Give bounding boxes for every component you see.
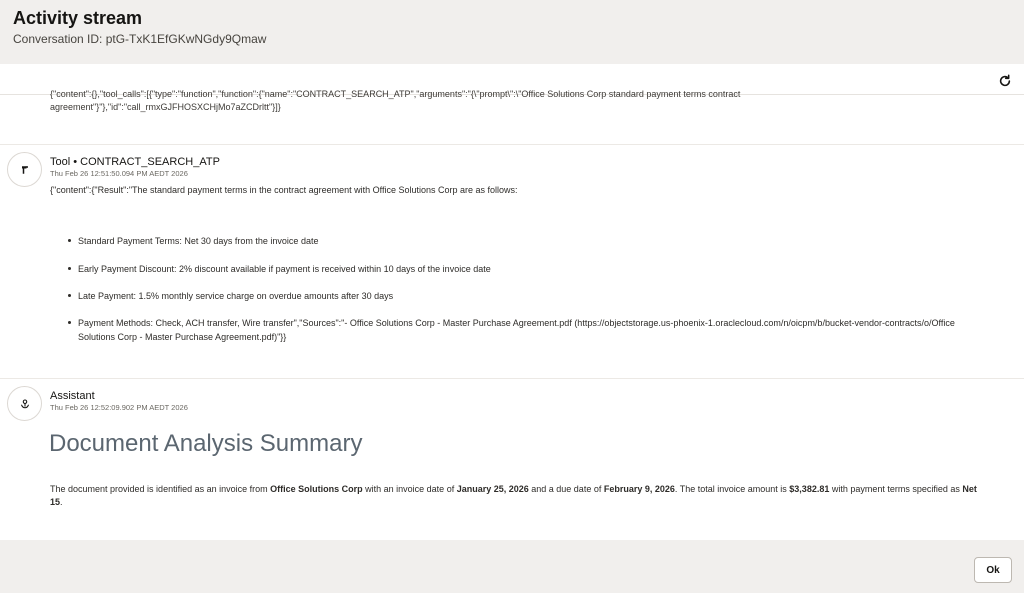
list-item: Payment Methods: Check, ACH transfer, Wi… — [68, 316, 988, 344]
message-divider — [0, 144, 1024, 145]
refresh-icon — [999, 74, 1011, 87]
tool-call-payload: {"content":{},"tool_calls":[{"type":"fun… — [50, 88, 850, 116]
summary-text: . The total invoice amount is — [674, 484, 790, 494]
summary-text: The document provided is identified as a… — [50, 484, 271, 494]
summary-text: with an invoice date of — [362, 484, 457, 494]
activity-stream-panel[interactable]: {"content":{},"tool_calls":[{"type":"fun… — [0, 64, 1024, 540]
assistant-name: Assistant — [50, 390, 95, 402]
due-date: February 9, 2026 — [603, 484, 675, 494]
tool-avatar — [7, 152, 42, 187]
tool-message-header: Tool • CONTRACT_SEARCH_ATP Thu Feb 26 12… — [50, 155, 220, 179]
tool-result-intro: {"content":{"Result":"The standard payme… — [50, 185, 518, 195]
summary-text: and a due date of — [528, 484, 604, 494]
summary-text: with payment terms specified as — [829, 484, 963, 494]
dialog-header: Activity stream Conversation ID: ptG-TxK… — [0, 0, 1024, 64]
tool-name: Tool • CONTRACT_SEARCH_ATP — [50, 156, 220, 168]
assistant-timestamp: Thu Feb 26 12:52:09.902 PM AEDT 2026 — [50, 403, 188, 412]
wrench-icon — [21, 165, 28, 174]
vendor-name: Office Solutions Corp — [270, 484, 363, 494]
invoice-amount: $3,382.81 — [789, 484, 830, 494]
refresh-button[interactable] — [994, 70, 1016, 92]
assistant-avatar — [7, 386, 42, 421]
invoice-date: January 25, 2026 — [456, 484, 529, 494]
summary-heading: Document Analysis Summary — [49, 430, 363, 457]
message-divider — [0, 378, 1024, 379]
conversation-id: Conversation ID: ptG-TxK1EfGKwNGdy9Qmaw — [13, 32, 267, 46]
payload-line: agreement"}"},"id":"call_rmxGJFHOSXCHjMo… — [50, 102, 281, 112]
summary-text: . — [60, 497, 63, 507]
list-item: Late Payment: 1.5% monthly service charg… — [68, 289, 988, 303]
ok-button[interactable]: Ok — [974, 557, 1012, 583]
assistant-message-header: Assistant Thu Feb 26 12:52:09.902 PM AED… — [50, 389, 188, 413]
dialog-footer: Ok — [0, 540, 1024, 593]
summary-paragraph: The document provided is identified as a… — [50, 483, 990, 509]
list-item: Standard Payment Terms: Net 30 days from… — [68, 234, 988, 248]
dialog-title: Activity stream — [13, 8, 143, 28]
list-item: Early Payment Discount: 2% discount avai… — [68, 262, 988, 276]
payload-line: {"content":{},"tool_calls":[{"type":"fun… — [50, 89, 741, 99]
tool-timestamp: Thu Feb 26 12:51:50.094 PM AEDT 2026 — [50, 169, 188, 178]
assistant-icon — [20, 399, 29, 408]
